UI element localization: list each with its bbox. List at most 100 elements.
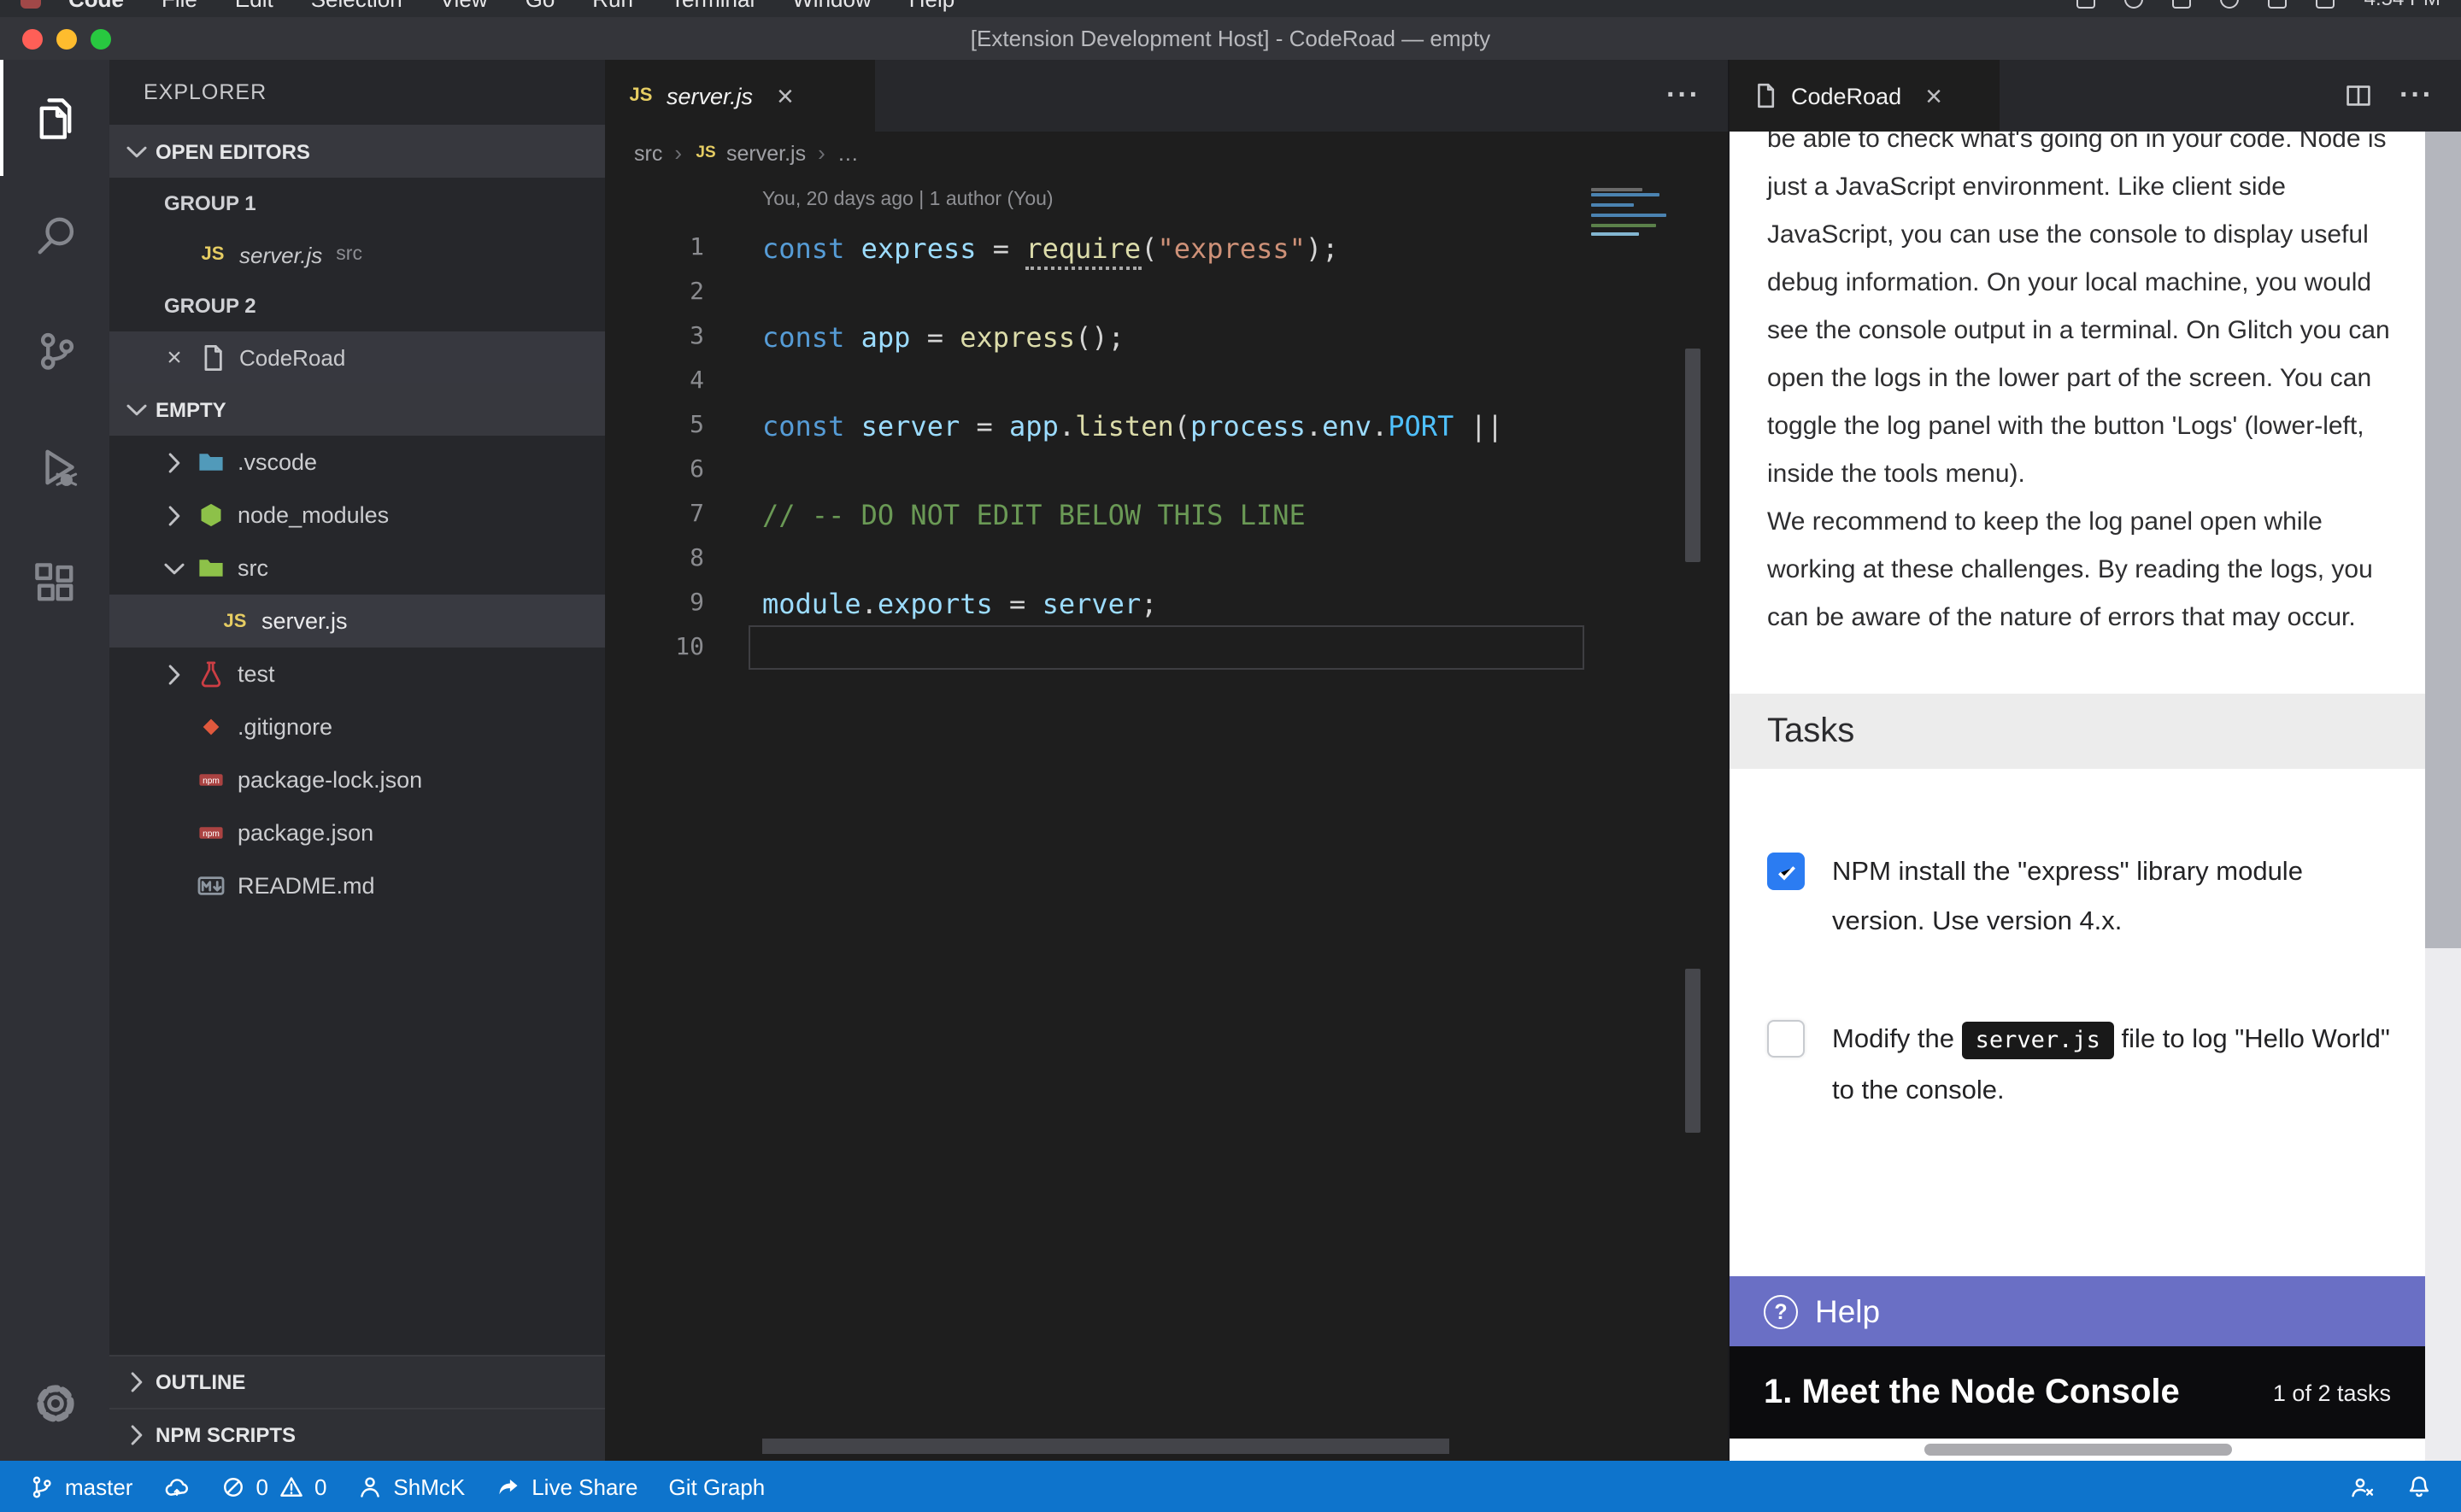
status-notifications[interactable] bbox=[2391, 1461, 2447, 1512]
open-editor-server-js[interactable]: JSserver.jssrc bbox=[109, 229, 605, 280]
menubar-status-icon[interactable] bbox=[2173, 0, 2192, 8]
line-number[interactable]: 6 bbox=[605, 456, 704, 483]
line-number[interactable]: 5 bbox=[605, 412, 704, 439]
tree-item-test[interactable]: test bbox=[109, 648, 605, 700]
status-problems[interactable]: 00 bbox=[204, 1461, 342, 1512]
line-number[interactable]: 10 bbox=[605, 634, 704, 661]
section-workspace-empty[interactable]: EMPTY bbox=[109, 383, 605, 436]
more-actions-icon[interactable]: ··· bbox=[2399, 79, 2434, 113]
line-number[interactable]: 2 bbox=[605, 278, 704, 306]
line-number[interactable]: 7 bbox=[605, 501, 704, 528]
activity-manage[interactable] bbox=[0, 1345, 109, 1461]
task-checkbox-checked[interactable] bbox=[1767, 853, 1805, 890]
activity-search[interactable] bbox=[0, 176, 109, 292]
section-npm-scripts[interactable]: NPM SCRIPTS bbox=[109, 1408, 605, 1461]
activity-run-and-debug[interactable] bbox=[0, 408, 109, 525]
scrollbar-thumb[interactable] bbox=[2425, 132, 2461, 948]
menubar-status-icon[interactable] bbox=[2317, 0, 2335, 8]
split-editor-icon[interactable] bbox=[2345, 82, 2372, 109]
line-number[interactable]: 4 bbox=[605, 367, 704, 395]
line-number[interactable]: 3 bbox=[605, 323, 704, 350]
lesson-paragraph: We recommend to keep the log panel open … bbox=[1767, 499, 2398, 642]
menu-item-go[interactable]: Go bbox=[526, 0, 555, 11]
menu-item-edit[interactable]: Edit bbox=[235, 0, 273, 11]
close-window-button[interactable] bbox=[22, 28, 43, 49]
tab-server-js[interactable]: JS server.js × bbox=[605, 60, 875, 132]
editor-tab-bar: JS server.js × ··· bbox=[605, 60, 1728, 132]
line-number[interactable]: 1 bbox=[605, 234, 704, 261]
code-editor[interactable]: You, 20 days ago | 1 author (You) 1const… bbox=[605, 174, 1728, 1461]
code-line-5[interactable]: 5const server = app.listen(process.env.P… bbox=[605, 403, 1584, 448]
panel-tab-bar: CodeRoad × ··· bbox=[1730, 60, 2461, 132]
tree-item-server-js[interactable]: JSserver.js bbox=[109, 595, 605, 648]
status-account-shmck[interactable]: ShMcK bbox=[342, 1461, 480, 1512]
status-live-share-contacts[interactable] bbox=[2335, 1461, 2391, 1512]
horizontal-scrollbar[interactable] bbox=[762, 1439, 1449, 1454]
status-live-share[interactable]: Live Share bbox=[480, 1461, 653, 1512]
breadcrumb-item[interactable]: src bbox=[634, 141, 662, 165]
apple-menu-icon[interactable] bbox=[21, 0, 41, 9]
tree-item-src[interactable]: src bbox=[109, 542, 605, 595]
chevron-down-icon bbox=[123, 138, 150, 165]
code-line-6[interactable]: 6 bbox=[605, 448, 1584, 492]
tree-item--gitignore[interactable]: .gitignore bbox=[109, 700, 605, 753]
menu-item-file[interactable]: File bbox=[162, 0, 197, 11]
section-outline[interactable]: OUTLINE bbox=[109, 1355, 605, 1408]
tree-item-node-modules[interactable]: node_modules bbox=[109, 489, 605, 542]
status-branch[interactable]: master bbox=[14, 1461, 148, 1512]
chevron-right-icon bbox=[123, 1368, 150, 1396]
line-number[interactable]: 9 bbox=[605, 589, 704, 617]
menu-item-help[interactable]: Help bbox=[909, 0, 955, 11]
scrollbar-thumb[interactable] bbox=[1924, 1444, 2232, 1456]
code-line-1[interactable]: 1const express = require("express"); bbox=[605, 226, 1584, 270]
menubar-status-icon[interactable] bbox=[2221, 0, 2240, 8]
activity-source-control[interactable] bbox=[0, 292, 109, 408]
minimap[interactable] bbox=[1591, 188, 1670, 243]
menubar-status-icon[interactable] bbox=[2269, 0, 2288, 8]
tree-item-readme-md[interactable]: README.md bbox=[109, 859, 605, 912]
activity-explorer[interactable] bbox=[0, 60, 109, 176]
tab-coderoad[interactable]: CodeRoad × bbox=[1730, 60, 2000, 132]
close-editor-icon[interactable]: × bbox=[161, 344, 188, 370]
menu-item-view[interactable]: View bbox=[440, 0, 488, 11]
minimize-window-button[interactable] bbox=[56, 28, 77, 49]
code-line-3[interactable]: 3const app = express(); bbox=[605, 314, 1584, 359]
tab-label: server.js bbox=[667, 83, 753, 108]
menu-item-terminal[interactable]: Terminal bbox=[671, 0, 755, 11]
webview-vscrollbar[interactable] bbox=[2425, 132, 2461, 1461]
help-bar[interactable]: ? Help bbox=[1730, 1276, 2425, 1346]
code-line-8[interactable]: 8 bbox=[605, 536, 1584, 581]
menu-item-run[interactable]: Run bbox=[592, 0, 633, 11]
code-line-7[interactable]: 7// -- DO NOT EDIT BELOW THIS LINE bbox=[605, 492, 1584, 536]
close-tab-icon[interactable]: × bbox=[777, 81, 794, 110]
open-editor-coderoad[interactable]: ×CodeRoad bbox=[109, 331, 605, 383]
breadcrumb-item[interactable]: JSserver.js bbox=[694, 141, 806, 165]
code-line-9[interactable]: 9module.exports = server; bbox=[605, 581, 1584, 625]
line-number[interactable]: 8 bbox=[605, 545, 704, 572]
zoom-window-button[interactable] bbox=[91, 28, 111, 49]
code-line-4[interactable]: 4 bbox=[605, 359, 1584, 403]
code-line-2[interactable]: 2 bbox=[605, 270, 1584, 314]
tree-item-package-json[interactable]: npmpackage.json bbox=[109, 806, 605, 859]
menubar-status-icon[interactable] bbox=[2125, 0, 2144, 8]
status-publish-changes[interactable] bbox=[148, 1461, 204, 1512]
status-git-graph[interactable]: Git Graph bbox=[654, 1461, 781, 1512]
menu-item-window[interactable]: Window bbox=[792, 0, 872, 11]
more-actions-icon[interactable]: ··· bbox=[1666, 79, 1700, 113]
breadcrumb-label: src bbox=[634, 141, 662, 165]
menu-item-code[interactable]: Code bbox=[68, 0, 124, 11]
code-line-10[interactable]: 10 bbox=[605, 625, 1584, 670]
section-open-editors[interactable]: OPEN EDITORS bbox=[109, 125, 605, 178]
share-icon bbox=[496, 1474, 521, 1499]
menu-item-selection[interactable]: Selection bbox=[311, 0, 402, 11]
menubar-status-icon[interactable] bbox=[2077, 0, 2096, 8]
js-icon: JS bbox=[220, 607, 250, 636]
activity-extensions[interactable] bbox=[0, 525, 109, 641]
codelens-annotation[interactable]: You, 20 days ago | 1 author (You) bbox=[762, 190, 1054, 210]
js-icon: JS bbox=[198, 240, 227, 269]
close-tab-icon[interactable]: × bbox=[1925, 81, 1942, 110]
tree-item-package-lock-json[interactable]: npmpackage-lock.json bbox=[109, 753, 605, 806]
breadcrumb-item[interactable]: … bbox=[837, 141, 859, 165]
tree-item--vscode[interactable]: .vscode bbox=[109, 436, 605, 489]
task-checkbox-unchecked[interactable] bbox=[1767, 1020, 1805, 1058]
